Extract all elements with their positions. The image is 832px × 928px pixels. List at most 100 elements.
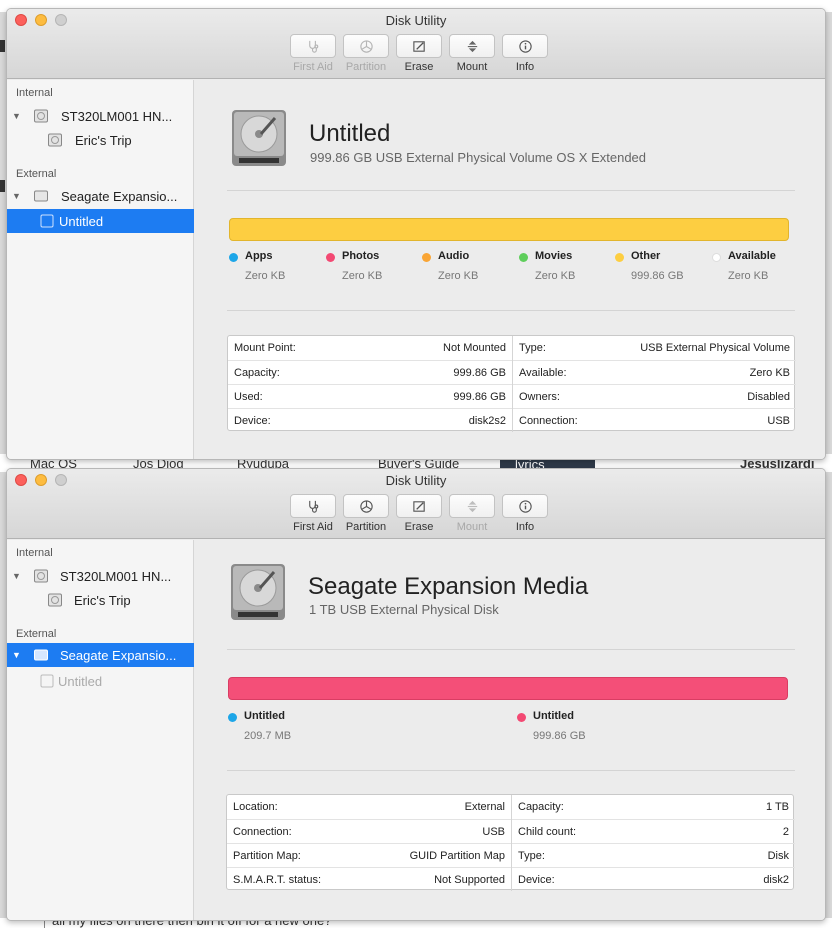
info-value: 999.86 GB <box>453 367 506 379</box>
partition-button[interactable]: Partition <box>343 34 389 73</box>
first-aid-label: First Aid <box>293 61 333 73</box>
info-row-partition-map: Partition Map: GUID Partition Map <box>227 843 511 867</box>
info-value: USB <box>482 826 505 838</box>
info-key: Child count: <box>518 826 577 838</box>
info-row-location: Location: External <box>227 795 511 819</box>
first-aid-button[interactable]: First Aid <box>290 34 336 73</box>
disclosure-triangle-icon[interactable]: ▼ <box>12 571 21 581</box>
disclosure-triangle-icon[interactable]: ▼ <box>12 191 21 201</box>
other-color-dot <box>615 253 624 262</box>
sidebar-item-internal-disk[interactable]: ▼ ST320LM001 HN... <box>7 564 194 588</box>
info-key: Type: <box>519 342 546 354</box>
volume-description: 999.86 GB USB External Physical Volume O… <box>310 150 647 165</box>
info-value: disk2 <box>763 874 789 886</box>
sidebar-item-label: Seagate Expansio... <box>60 647 177 663</box>
background-edge-mark <box>0 40 5 52</box>
info-key: Capacity: <box>518 801 564 813</box>
legend-value: 999.86 GB <box>533 730 586 742</box>
partition-1-color-dot <box>228 713 237 722</box>
legend-value: Zero KB <box>245 270 286 282</box>
first-aid-button[interactable]: First Aid <box>290 494 336 533</box>
partition-label: Partition <box>345 521 387 533</box>
sidebar-item-external-disk[interactable]: ▼ Seagate Expansio... <box>7 643 194 667</box>
title-bar: Disk Utility First Aid Partition Erase M… <box>7 9 825 79</box>
erase-label: Erase <box>404 521 434 533</box>
sidebar-item-external-disk[interactable]: ▼ Seagate Expansio... <box>7 184 194 208</box>
info-row-type: Type: USB External Physical Volume <box>513 336 796 360</box>
info-key: S.M.A.R.T. status: <box>233 874 322 886</box>
legend-value: 999.86 GB <box>631 270 684 282</box>
info-row-available: Available: Zero KB <box>513 360 796 384</box>
info-button[interactable]: Info <box>502 34 548 73</box>
mount-label: Mount <box>456 521 488 533</box>
info-row-used: Used: 999.86 GB <box>228 384 512 408</box>
legend-label: Untitled <box>533 710 574 722</box>
erase-label: Erase <box>404 61 434 73</box>
legend-label: Untitled <box>244 710 285 722</box>
sidebar-section-external: External <box>16 168 57 180</box>
sidebar-section-external: External <box>16 628 57 640</box>
sidebar-item-erics-trip[interactable]: Eric's Trip <box>7 128 194 152</box>
info-button[interactable]: Info <box>502 494 548 533</box>
sidebar-item-untitled-volume[interactable]: Untitled <box>7 669 194 693</box>
info-value: Disk <box>767 850 789 862</box>
info-row-capacity: Capacity: 999.86 GB <box>228 360 512 384</box>
info-table: Mount Point: Not Mounted Capacity: 999.86 … <box>227 335 796 432</box>
info-column-right: Capacity: 1 TB Child count: 2 Type: Disk De… <box>511 795 795 891</box>
volume-icon <box>40 674 54 688</box>
mount-button[interactable]: Mount <box>449 34 495 73</box>
disk-utility-window-volume: Disk Utility First Aid Partition Erase M… <box>6 8 826 460</box>
partition-button[interactable]: Partition <box>343 494 389 533</box>
audio-color-dot <box>422 253 431 262</box>
title-bar: Disk Utility First Aid Partition Erase M… <box>7 469 825 539</box>
sidebar-item-label: Untitled <box>59 213 104 229</box>
sidebar: Internal ▼ ST320LM001 HN... Eric's Trip … <box>7 80 194 459</box>
mount-button[interactable]: Mount <box>449 494 495 533</box>
partition-bar <box>228 677 788 700</box>
info-row-type: Type: Disk <box>512 843 795 867</box>
erase-button[interactable]: Erase <box>396 494 442 533</box>
internal-disk-icon <box>34 109 48 123</box>
sidebar-item-untitled-volume[interactable]: Untitled <box>7 209 194 233</box>
sidebar-item-label: Seagate Expansio... <box>61 188 178 204</box>
info-key: Type: <box>518 850 545 862</box>
erase-button[interactable]: Erase <box>396 34 442 73</box>
partition-icon <box>359 499 373 513</box>
divider <box>227 649 795 650</box>
sidebar-item-internal-disk[interactable]: ▼ ST320LM001 HN... <box>7 104 194 128</box>
info-key: Connection: <box>519 415 578 427</box>
info-key: Device: <box>518 874 555 886</box>
info-row-child-count: Child count: 2 <box>512 819 795 843</box>
internal-disk-icon <box>34 569 48 583</box>
info-column-left: Location: External Connection: USB Partiti… <box>227 795 511 891</box>
info-key: Mount Point: <box>234 342 296 354</box>
stethoscope-icon <box>308 40 318 53</box>
info-row-connection: Connection: USB <box>513 408 796 432</box>
info-value: USB External Physical Volume <box>640 342 790 354</box>
partition-icon <box>359 39 373 53</box>
info-icon <box>518 499 532 513</box>
disk-name: Seagate Expansion Media <box>308 573 589 600</box>
external-disk-icon <box>34 190 48 202</box>
disclosure-triangle-icon[interactable]: ▼ <box>12 111 21 121</box>
sidebar-section-internal: Internal <box>16 547 53 559</box>
info-value: External <box>464 801 505 813</box>
legend-value: Zero KB <box>535 270 576 282</box>
info-value: 1 TB <box>765 801 789 813</box>
disclosure-triangle-icon[interactable]: ▼ <box>12 650 21 660</box>
info-value: disk2s2 <box>468 415 506 427</box>
info-row-mount-point: Mount Point: Not Mounted <box>228 336 512 360</box>
legend-label: Movies <box>535 250 573 262</box>
info-column-left: Mount Point: Not Mounted Capacity: 999.86 … <box>228 336 512 432</box>
info-value: Zero KB <box>749 367 790 379</box>
volume-icon <box>40 214 54 228</box>
volume-name: Untitled <box>309 120 391 147</box>
erase-icon <box>412 500 425 512</box>
legend-label: Available <box>728 250 776 262</box>
volume-icon <box>48 593 62 607</box>
sidebar-item-erics-trip[interactable]: Eric's Trip <box>7 588 194 612</box>
usage-bar <box>229 218 789 241</box>
toolbar: First Aid Partition Erase Mount Info <box>290 494 548 533</box>
sidebar-section-internal: Internal <box>16 87 53 99</box>
legend-value: 209.7 MB <box>244 730 292 742</box>
